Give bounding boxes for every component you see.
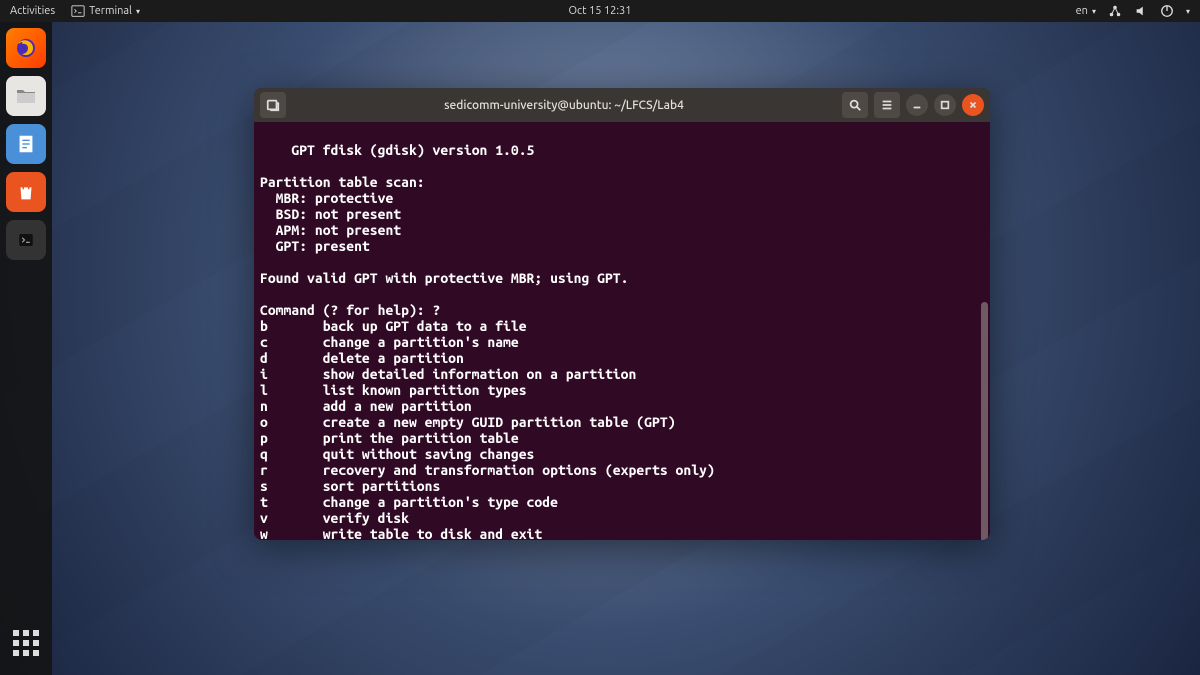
chevron-down-icon: ▾	[1186, 7, 1190, 16]
minimize-button[interactable]	[906, 94, 928, 116]
files-icon	[14, 84, 38, 108]
shopping-bag-icon	[15, 181, 37, 203]
volume-icon[interactable]	[1134, 4, 1148, 18]
search-icon	[848, 98, 862, 112]
dock-firefox[interactable]	[6, 28, 46, 68]
activities-button[interactable]: Activities	[10, 5, 55, 17]
topbar-app-menu[interactable]: Terminal ▾	[71, 4, 140, 18]
maximize-icon	[940, 100, 950, 110]
new-tab-button[interactable]	[260, 92, 286, 118]
dock-libreoffice-writer[interactable]	[6, 124, 46, 164]
terminal-content[interactable]: GPT fdisk (gdisk) version 1.0.5 Partitio…	[254, 122, 990, 540]
show-applications-button[interactable]	[6, 623, 46, 663]
chevron-down-icon: ▾	[1092, 7, 1096, 16]
terminal-window: sedicomm-university@ubuntu: ~/LFCS/Lab4 …	[254, 88, 990, 540]
hamburger-menu-button[interactable]	[874, 92, 900, 118]
topbar-app-label: Terminal	[89, 5, 132, 17]
power-icon[interactable]	[1160, 4, 1174, 18]
chevron-down-icon: ▾	[136, 7, 140, 16]
network-icon[interactable]	[1108, 4, 1122, 18]
input-source-indicator[interactable]: en ▾	[1076, 5, 1096, 17]
dock-files[interactable]	[6, 76, 46, 116]
minimize-icon	[912, 100, 922, 110]
window-title: sedicomm-university@ubuntu: ~/LFCS/Lab4	[292, 99, 836, 112]
gnome-dock	[0, 22, 52, 675]
dock-terminal[interactable]	[6, 220, 46, 260]
search-button[interactable]	[842, 92, 868, 118]
close-button[interactable]	[962, 94, 984, 116]
gnome-topbar: Activities Terminal ▾ Oct 15 12:31 en ▾ …	[0, 0, 1200, 22]
clock[interactable]: Oct 15 12:31	[569, 5, 632, 17]
terminal-icon	[17, 231, 35, 249]
window-titlebar[interactable]: sedicomm-university@ubuntu: ~/LFCS/Lab4	[254, 88, 990, 122]
scrollbar-thumb[interactable]	[981, 302, 988, 540]
dock-software[interactable]	[6, 172, 46, 212]
maximize-button[interactable]	[934, 94, 956, 116]
new-tab-icon	[266, 98, 280, 112]
document-icon	[15, 133, 37, 155]
terminal-icon	[71, 4, 85, 18]
lang-label: en	[1076, 5, 1088, 17]
close-icon	[968, 100, 978, 110]
firefox-icon	[14, 36, 38, 60]
hamburger-icon	[880, 98, 894, 112]
